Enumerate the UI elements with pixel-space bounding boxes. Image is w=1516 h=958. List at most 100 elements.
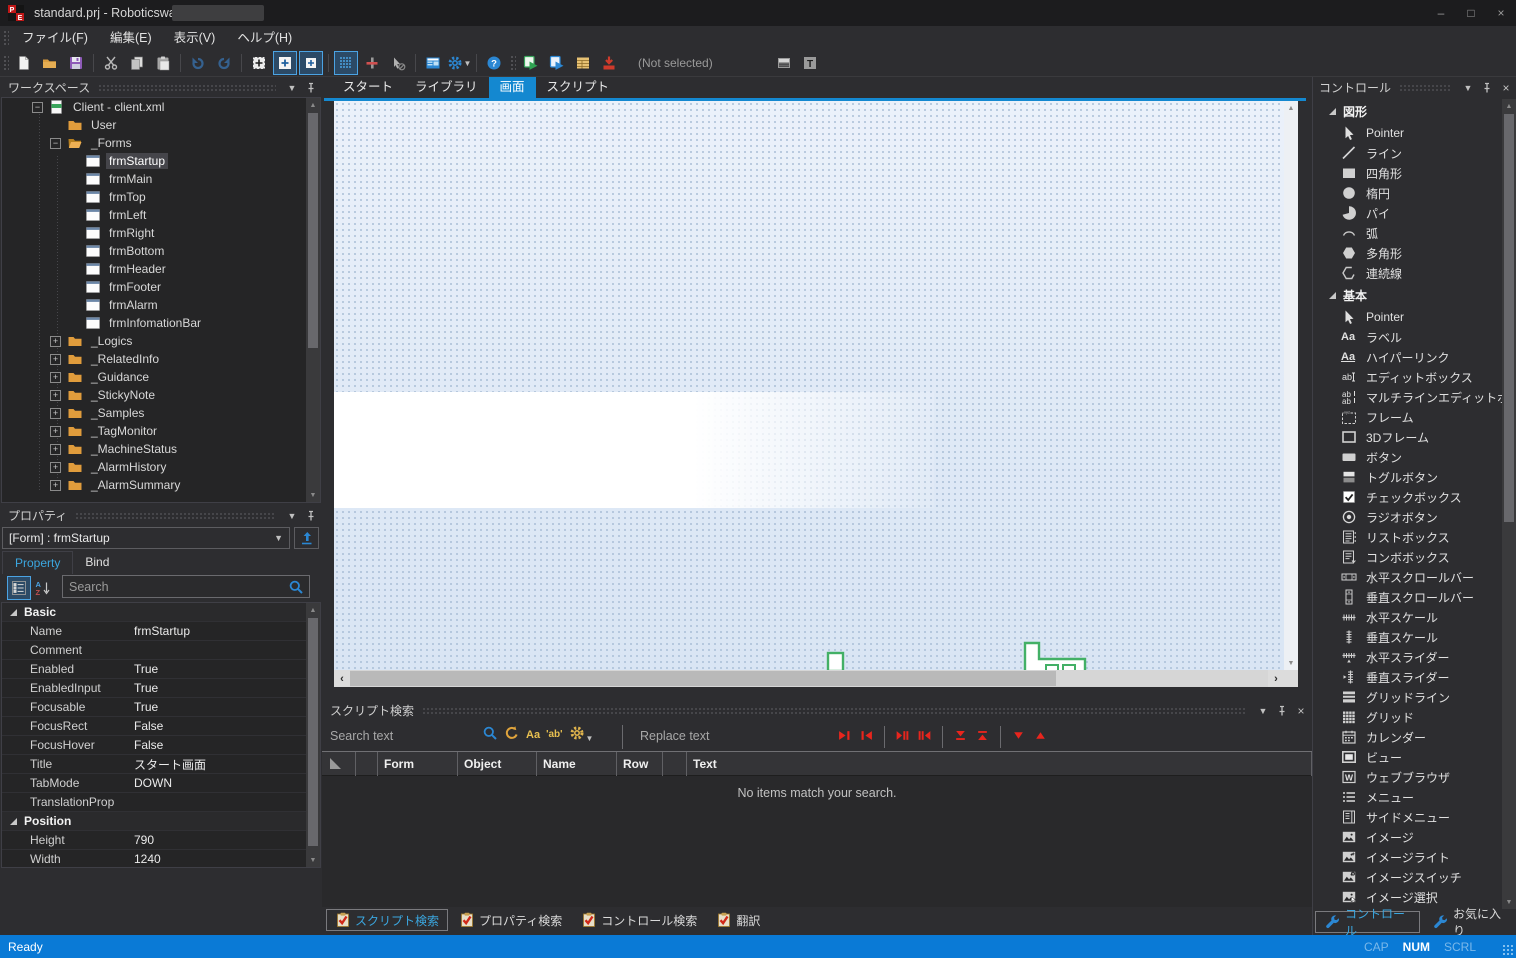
properties-menu-chevron-icon[interactable]: ▼ [284,508,300,524]
tree-item-frmalarm[interactable]: frmAlarm [2,296,320,314]
tab-script-search[interactable]: スクリプト検索 [326,909,448,931]
property-scrollbar-thumb[interactable] [308,618,318,846]
control-editbox[interactable]: abエディットボックス [1313,367,1503,387]
control-sidemenu[interactable]: サイドメニュー [1313,807,1503,827]
results-column-blank[interactable] [663,752,687,776]
section-basic[interactable]: 基本 [1313,283,1503,307]
prop-category-basic[interactable]: Basic [2,603,306,622]
tree-item-frminfomationbar[interactable]: frmInfomationBar [2,314,320,332]
window-list-button[interactable] [421,51,445,75]
cut-button[interactable] [99,51,123,75]
workspace-pin-icon[interactable] [303,80,319,96]
scroll-up-icon[interactable]: ▲ [306,98,320,112]
tree-item-frmtop[interactable]: frmTop [2,188,320,206]
control-radiobutton[interactable]: ラジオボタン [1313,507,1503,527]
tree-expander-icon[interactable]: + [50,444,61,455]
bind-navigate-button[interactable] [294,527,319,549]
property-grid-scrollbar[interactable]: ▲ ▼ [306,603,320,867]
tree-item-tagmonitor[interactable]: +_TagMonitor [2,422,320,440]
refresh-button[interactable] [504,725,520,744]
menu-edit[interactable]: 編集(E) [99,26,163,50]
guide-cross-button[interactable] [360,51,384,75]
tree-item-client[interactable]: −Client - client.xml [2,98,320,116]
copy-button[interactable] [125,51,149,75]
control-rectangle[interactable]: 四角形 [1313,163,1503,183]
move-up-button[interactable] [1034,729,1047,745]
tab-property-search[interactable]: プロパティ検索 [451,909,570,931]
categorize-button[interactable] [7,576,31,600]
control-imagelight[interactable]: イメージライト [1313,847,1503,867]
control-vscrollbar[interactable]: 垂直スクロールバー [1313,587,1503,607]
tree-expander-icon[interactable]: + [50,390,61,401]
tree-expander-icon[interactable]: + [50,408,61,419]
control-grid[interactable]: グリッド [1313,707,1503,727]
control-line[interactable]: ライン [1313,143,1503,163]
tab-property[interactable]: Property [2,551,73,574]
section-shapes[interactable]: 図形 [1313,99,1503,123]
canvas-shape-building-large[interactable] [1022,641,1102,670]
control-hyperlink[interactable]: Aaハイパーリンク [1313,347,1503,367]
tree-scrollbar-thumb[interactable] [308,113,318,348]
search-options-button[interactable]: ▼ [569,725,594,744]
tree-expander-icon[interactable]: + [50,336,61,347]
control-calendar[interactable]: カレンダー [1313,727,1503,747]
scroll-down-icon[interactable]: ▼ [1284,656,1298,670]
open-project-button[interactable] [38,51,62,75]
scroll-left-icon[interactable]: ‹ [334,670,350,687]
tree-item-stickynote[interactable]: +_StickyNote [2,386,320,404]
control-arc[interactable]: 弧 [1313,223,1503,243]
help-button[interactable]: ? [482,51,506,75]
tree-item-alarmhistory[interactable]: +_AlarmHistory [2,458,320,476]
control-vscale[interactable]: 垂直スケール [1313,627,1503,647]
prop-row-title[interactable]: Titleスタート画面 [2,755,306,774]
control-hslider[interactable]: 水平スライダー [1313,647,1503,667]
controls-scrollbar-thumb[interactable] [1504,114,1514,522]
scroll-down-icon[interactable]: ▼ [306,488,320,502]
tree-item-frmheader[interactable]: frmHeader [2,260,320,278]
snap-grid-button[interactable] [334,51,358,75]
tab-favorites[interactable]: お気に入り [1424,911,1516,933]
goto-last-button[interactable] [954,729,967,745]
canvas-vertical-scrollbar[interactable]: ▲ ▼ [1284,101,1298,670]
menu-help[interactable]: ヘルプ(H) [226,26,303,50]
control-hscale[interactable]: 水平スケール [1313,607,1503,627]
canvas-shape-building-small[interactable] [826,651,848,670]
script-replace-input[interactable] [640,726,810,746]
tree-expander-icon[interactable]: + [50,354,61,365]
object-selector-dropdown[interactable]: [Form] : frmStartup ▼ [2,527,290,549]
script-search-close-icon[interactable]: × [1293,703,1309,719]
match-case-button[interactable]: Aa [526,729,540,741]
search-next-button[interactable] [838,729,851,745]
undo-button[interactable] [186,51,210,75]
tab-translate[interactable]: 翻訳 [708,909,768,931]
paste-button[interactable] [151,51,175,75]
tree-item-samples[interactable]: +_Samples [2,404,320,422]
tab-controls[interactable]: コントロール [1315,911,1420,933]
redo-button[interactable] [212,51,236,75]
tree-item-user[interactable]: User [2,116,320,134]
script-search-pin-icon[interactable] [1274,703,1290,719]
import-button[interactable] [597,51,621,75]
tree-item-guidance[interactable]: +_Guidance [2,368,320,386]
settings-gear-button[interactable]: ▼ [447,51,471,75]
controls-pin-icon[interactable] [1479,80,1495,96]
goto-first-button[interactable] [976,729,989,745]
results-column-name[interactable]: Name [537,752,617,776]
control-pointer-basic[interactable]: Pointer [1313,307,1503,327]
prop-row-height[interactable]: Height790 [2,831,306,850]
tab-bind[interactable]: Bind [73,551,121,574]
new-file-button[interactable] [12,51,36,75]
tree-item-machinestatus[interactable]: +_MachineStatus [2,440,320,458]
whole-word-button[interactable]: 'ab' [546,729,562,740]
prop-row-focusrect[interactable]: FocusRectFalse [2,717,306,736]
tree-item-frmbottom[interactable]: frmBottom [2,242,320,260]
close-button[interactable]: × [1486,0,1516,26]
tree-item-frmright[interactable]: frmRight [2,224,320,242]
text-tool-button[interactable]: T [798,51,822,75]
prop-row-enabled[interactable]: EnabledTrue [2,660,306,679]
control-polygon[interactable]: 多角形 [1313,243,1503,263]
property-search-input[interactable] [63,580,288,594]
run-form-button[interactable] [519,51,543,75]
prop-row-name[interactable]: NamefrmStartup [2,622,306,641]
workspace-menu-chevron-icon[interactable]: ▼ [284,80,300,96]
